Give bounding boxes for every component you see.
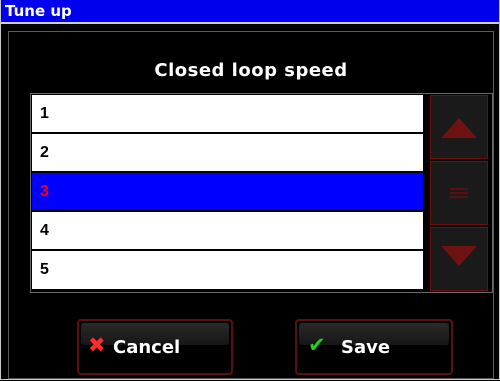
list-frame: 1 2 3 4 5 — [30, 93, 493, 293]
scroll-thumb[interactable] — [430, 161, 488, 225]
list-item[interactable]: 2 — [32, 134, 423, 173]
list-item[interactable]: 5 — [32, 251, 423, 291]
scroll-down-button[interactable] — [430, 227, 488, 291]
checkmark-icon: ✔ — [308, 333, 326, 357]
save-button[interactable]: ✔ Save — [295, 319, 453, 375]
scrollbar[interactable] — [430, 95, 488, 291]
speed-list[interactable]: 1 2 3 4 5 — [32, 95, 423, 291]
x-icon: ✖ — [88, 333, 106, 357]
page-title: Closed loop speed — [154, 60, 348, 81]
window-title: Tune up — [5, 2, 72, 20]
tune-up-dialog: Tune up Closed loop speed 1 2 3 4 5 ✖ Ca… — [0, 0, 500, 380]
list-item-label: 4 — [40, 222, 49, 239]
list-item[interactable]: 1 — [32, 95, 423, 134]
list-item-label: 5 — [40, 261, 49, 278]
list-item-label: 1 — [40, 105, 49, 122]
triangle-down-icon — [441, 246, 477, 266]
list-item-label: 3 — [40, 183, 49, 200]
title-bar: Tune up — [1, 0, 499, 24]
list-item-label: 2 — [40, 144, 49, 161]
list-item-selected[interactable]: 3 — [32, 173, 423, 212]
cancel-button[interactable]: ✖ Cancel — [77, 319, 233, 375]
scroll-up-button[interactable] — [430, 95, 488, 159]
list-item[interactable]: 4 — [32, 212, 423, 251]
triangle-up-icon — [441, 118, 477, 138]
